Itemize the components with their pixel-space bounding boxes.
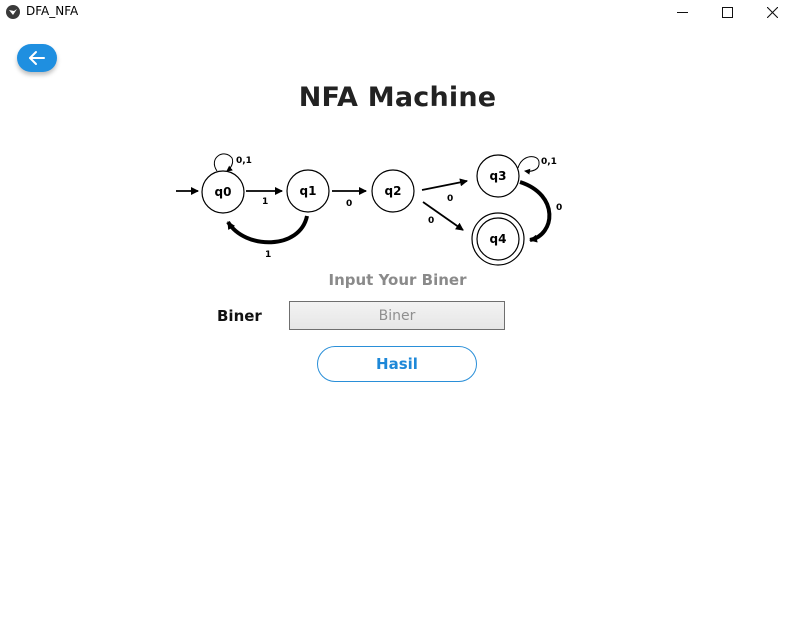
label-q0-q1: 1 [262, 197, 268, 207]
state-q4-label: q4 [490, 232, 507, 246]
minimize-button[interactable] [660, 0, 705, 25]
close-button[interactable] [750, 0, 795, 25]
back-button[interactable] [17, 44, 57, 72]
close-icon [767, 7, 778, 18]
label-q1-q0: 1 [265, 250, 271, 260]
app-logo-icon [6, 5, 20, 19]
input-prompt-heading: Input Your Biner [328, 271, 467, 289]
biner-label: Biner [217, 307, 262, 325]
label-q3-loop: 0,1 [541, 157, 557, 167]
loop-q0 [213, 153, 234, 172]
minimize-icon [677, 12, 688, 13]
label-q2-q3: 0 [447, 194, 453, 204]
arrow-left-icon [29, 51, 45, 65]
edge-q3-q4 [519, 180, 552, 243]
label-q1-q2: 0 [346, 199, 352, 209]
maximize-icon [722, 7, 733, 18]
edge-q2-q3 [421, 178, 468, 191]
page-title: NFA Machine [298, 82, 497, 113]
maximize-button[interactable] [705, 0, 750, 25]
label-q3-q4: 0 [556, 203, 562, 213]
loop-q3 [517, 156, 540, 175]
label-q2-q4: 0 [428, 216, 434, 226]
label-q0-loop: 0,1 [236, 156, 252, 166]
biner-input[interactable] [289, 301, 505, 330]
nfa-diagram: q0 0,1 1 q1 1 0 q2 0 0 q3 0,1 0 q4 [176, 153, 562, 266]
window-title: DFA_NFA [26, 4, 79, 18]
state-q3-label: q3 [490, 169, 507, 183]
edge-q1-q0 [226, 215, 309, 245]
state-q2-label: q2 [385, 184, 402, 198]
state-q0-label: q0 [215, 185, 232, 199]
hasil-button[interactable]: Hasil [317, 346, 477, 382]
state-q1-label: q1 [300, 184, 317, 198]
window-titlebar: DFA_NFA [0, 0, 795, 25]
